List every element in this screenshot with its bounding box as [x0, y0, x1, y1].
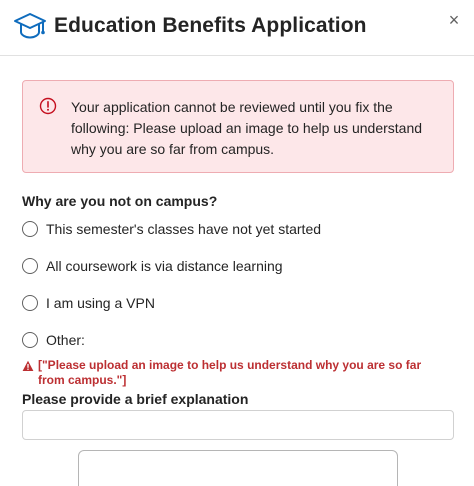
close-icon: ×: [448, 10, 460, 30]
explanation-input[interactable]: [22, 410, 454, 440]
radio-label: Other:: [46, 332, 85, 348]
radio-option-other[interactable]: Other:: [22, 330, 85, 350]
question-label: Why are you not on campus?: [22, 193, 218, 209]
radio-label: All coursework is via distance learning: [46, 258, 283, 274]
radio-label: This semester's classes have not yet sta…: [46, 221, 322, 237]
close-button[interactable]: ×: [444, 10, 464, 30]
explanation-label: Please provide a brief explanation: [22, 391, 249, 407]
error-alert: Your application cannot be reviewed unti…: [22, 80, 454, 173]
radio-option-distance-learning[interactable]: All coursework is via distance learning: [22, 256, 283, 276]
validation-error-text: ["Please upload an image to help us unde…: [38, 358, 422, 387]
radio-button[interactable]: [22, 258, 38, 274]
radio-button[interactable]: [22, 295, 38, 311]
radio-button[interactable]: [22, 221, 38, 237]
radio-label: I am using a VPN: [46, 295, 155, 311]
radio-option-not-started[interactable]: This semester's classes have not yet sta…: [22, 219, 321, 239]
warning-triangle-icon: [22, 360, 34, 371]
dialog-title: Education Benefits Application: [54, 14, 367, 37]
image-upload-area[interactable]: [78, 450, 398, 486]
alert-message: Your application cannot be reviewed unti…: [71, 99, 423, 157]
error-circle-icon: [39, 97, 57, 115]
dialog-header: Education Benefits Application ×: [0, 0, 474, 56]
radio-button[interactable]: [22, 332, 38, 348]
radio-option-vpn[interactable]: I am using a VPN: [22, 293, 155, 313]
graduation-cap-icon: [14, 13, 46, 39]
